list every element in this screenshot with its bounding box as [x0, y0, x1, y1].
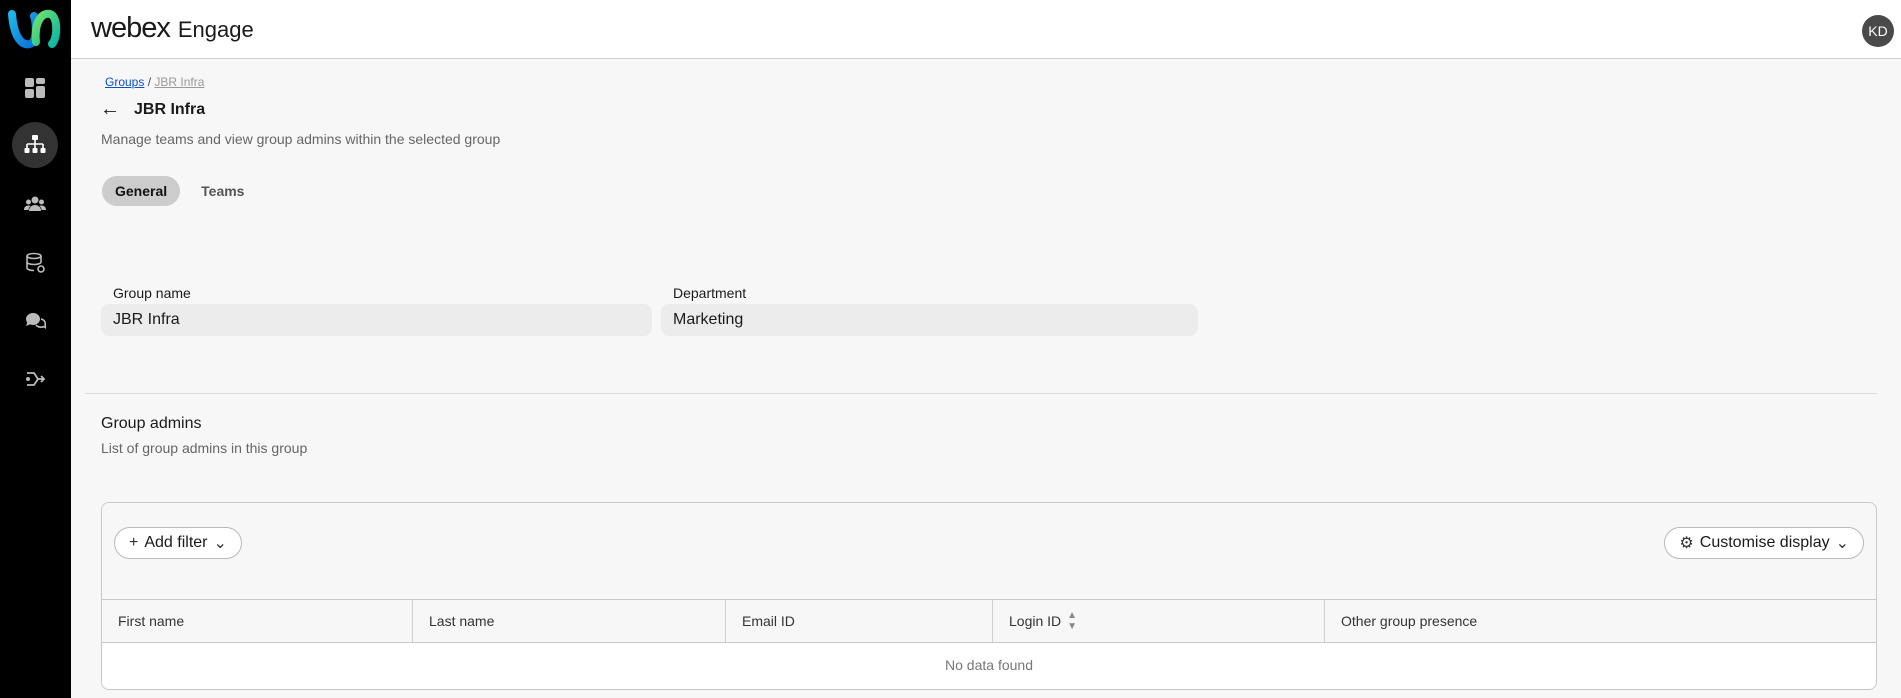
group-name-field: Group name JBR Infra: [101, 285, 652, 336]
tab-general[interactable]: General: [102, 176, 181, 206]
integrations-icon: [26, 372, 46, 386]
chevron-down-icon: ⌄: [1835, 535, 1849, 552]
group-name-label: Group name: [113, 285, 191, 301]
column-first-name[interactable]: First name: [102, 600, 413, 642]
department-value: Marketing: [661, 304, 1198, 336]
plus-icon: +: [129, 534, 139, 551]
users-group-icon: [24, 196, 46, 211]
add-filter-label: Add filter: [144, 534, 208, 551]
user-avatar[interactable]: KD: [1862, 15, 1894, 47]
column-label: Other group presence: [1341, 613, 1478, 629]
column-label: First name: [118, 613, 185, 629]
brand-wordmark: webex: [91, 12, 171, 44]
breadcrumb-separator: /: [147, 75, 152, 89]
nav-rail: [0, 0, 71, 698]
department-label: Department: [673, 285, 747, 301]
gear-icon: ⚙: [1679, 535, 1694, 552]
department-field: Department Marketing: [661, 285, 1198, 336]
group-admins-table: + Add filter ⌄ ⚙ Customise display ⌄ Fir…: [101, 502, 1877, 690]
nav-messaging[interactable]: [12, 298, 58, 344]
column-label: Last name: [429, 613, 495, 629]
group-admins-subtitle: List of group admins in this group: [101, 440, 308, 456]
column-last-name[interactable]: Last name: [413, 600, 726, 642]
table-header-row: First name Last name Email ID Login ID ▲…: [102, 599, 1876, 643]
column-label: Email ID: [742, 613, 795, 629]
breadcrumb: Groups / JBR Infra: [105, 75, 204, 89]
nav-users[interactable]: [12, 181, 58, 227]
back-arrow-icon[interactable]: ←: [100, 98, 122, 121]
nav-integrations[interactable]: [12, 356, 58, 402]
nav-data[interactable]: [12, 240, 58, 286]
page-subtitle: Manage teams and view group admins withi…: [101, 131, 501, 147]
title-row: ← JBR Infra: [100, 98, 205, 121]
breadcrumb-current: JBR Infra: [154, 75, 205, 89]
brand-product: Engage: [177, 17, 254, 42]
webex-logo-icon: [8, 9, 61, 49]
group-name-value: JBR Infra: [101, 304, 652, 336]
database-icon: [26, 252, 45, 273]
nav-dashboard[interactable]: [12, 65, 58, 111]
top-header: webex Engage KD: [71, 0, 1901, 59]
column-other-group-presence[interactable]: Other group presence: [1325, 600, 1876, 642]
chevron-down-icon: ⌄: [213, 535, 227, 552]
nav-groups[interactable]: [12, 122, 58, 168]
breadcrumb-groups-link[interactable]: Groups: [105, 75, 144, 89]
tab-teams[interactable]: Teams: [188, 176, 257, 206]
org-hierarchy-icon: [24, 135, 46, 153]
customise-display-label: Customise display: [1699, 534, 1830, 551]
column-login-id[interactable]: Login ID ▲ ▼: [993, 600, 1325, 642]
section-divider: [85, 393, 1877, 394]
brand: webex Engage: [91, 12, 254, 45]
tab-bar: General Teams: [102, 176, 257, 206]
group-admins-title: Group admins: [101, 415, 202, 432]
dashboard-icon: [25, 78, 45, 98]
page-title: JBR Infra: [134, 100, 206, 118]
table-toolbar: + Add filter ⌄ ⚙ Customise display ⌄: [102, 503, 1876, 599]
column-label: Login ID: [1009, 613, 1062, 629]
sort-icon[interactable]: ▲ ▼: [1067, 610, 1077, 632]
empty-state: No data found: [945, 657, 1033, 673]
customise-display-button[interactable]: ⚙ Customise display ⌄: [1664, 527, 1864, 559]
column-email-id[interactable]: Email ID: [726, 600, 993, 642]
chat-bubbles-icon: [25, 312, 46, 329]
add-filter-button[interactable]: + Add filter ⌄: [114, 527, 242, 559]
